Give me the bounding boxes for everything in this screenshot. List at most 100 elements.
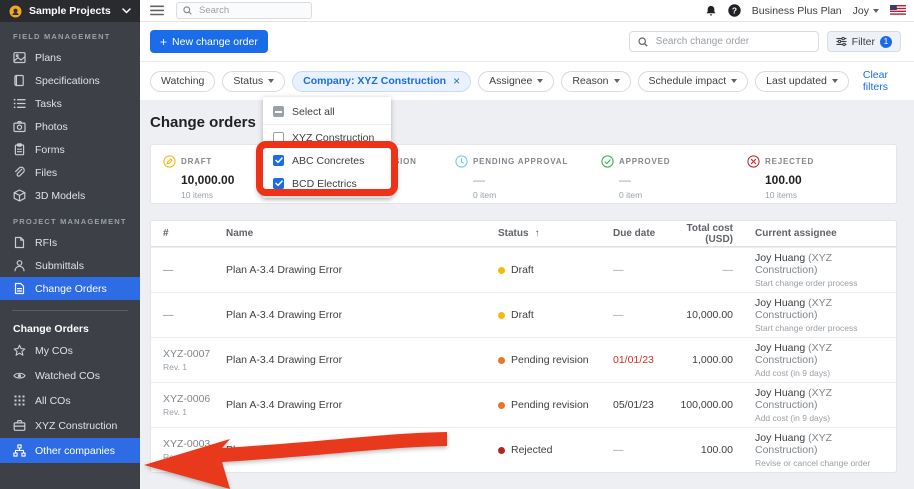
row-id-group: XYZ-0007 Rev. 1 [163,348,226,372]
sidebar-item-change-orders[interactable]: Change Orders [0,277,140,300]
chip-label: Reason [572,75,608,87]
status-label: Rejected [511,444,552,456]
row-assignee: Joy Huang (XYZ Construction) Revise or c… [755,432,896,468]
row-id: XYZ-0007 [163,348,226,360]
new-change-order-button[interactable]: + New change order [150,30,268,53]
table-row[interactable]: — Plan A-3.4 Drawing Error Draft — — Joy… [151,247,896,292]
filter-chip-schedule-impact[interactable]: Schedule impact [638,71,749,92]
column-header-status[interactable]: Status ↑ [498,228,613,239]
status-label: Draft [511,309,534,321]
sidebar-item-photos[interactable]: Photos [0,115,140,138]
language-flag-icon[interactable] [890,5,906,16]
row-id: XYZ-0006 [163,393,226,405]
dropdown-option-select-all[interactable]: Select all [263,100,391,123]
notifications-bell-icon[interactable] [705,5,717,17]
row-status: Pending revision [498,354,613,366]
plan-label: Business Plus Plan [752,5,842,17]
global-search[interactable] [176,2,312,19]
checkbox-indeterminate-icon[interactable] [273,106,284,117]
dropdown-option-label: Select all [292,106,335,118]
filter-chip-reason[interactable]: Reason [561,71,630,92]
column-header-assignee[interactable]: Current assignee [755,228,896,239]
assignee-action: Start change order process [755,323,896,333]
sidebar-item-tasks[interactable]: Tasks [0,92,140,115]
sidebar-item-label: Watched COs [35,370,100,382]
row-assignee: Joy Huang (XYZ Construction) Add cost (i… [755,387,896,423]
filter-chips-row: Watching Status Company: XYZ Constructio… [140,62,914,100]
row-due-date: — [613,309,665,321]
filter-chip-status[interactable]: Status [222,71,285,92]
close-icon[interactable]: × [453,75,460,87]
sidebar-item-forms[interactable]: Forms [0,138,140,161]
row-due-date: 05/01/23 [613,399,665,411]
section-title-project-management: PROJECT MANAGEMENT [13,217,140,226]
summary-card-rejected[interactable]: REJECTED 100.00 10 items [735,145,881,203]
change-order-search[interactable] [629,31,819,52]
sidebar-item-label: My COs [35,345,73,357]
global-search-input[interactable] [197,4,305,17]
help-icon[interactable]: ? [728,4,741,17]
row-total-cost: 100.00 [665,444,755,456]
card-value: — [619,173,735,187]
table-row[interactable]: — Plan A-3.4 Drawing Error Draft — 10,00… [151,292,896,337]
filter-chip-assignee[interactable]: Assignee [478,71,554,92]
column-header-name[interactable]: Name [226,228,498,239]
card-label: REJECTED [765,157,814,166]
status-dot-rejected [498,447,505,454]
sidebar-divider [12,310,128,311]
clear-filters-link[interactable]: Clear filters [863,69,914,93]
sidebar-item-specifications[interactable]: Specifications [0,69,140,92]
assignee-action: Add cost (in 9 days) [755,413,896,423]
project-switcher[interactable]: Sample Projects [0,0,140,22]
row-total-cost: 10,000.00 [665,309,755,321]
column-header-due-date[interactable]: Due date [613,228,665,239]
sidebar-item-rfis[interactable]: RFIs [0,231,140,254]
card-label: APPROVED [619,157,670,166]
row-total-cost: 100,000.00 [665,399,755,411]
summary-card-approved[interactable]: APPROVED — 0 item [589,145,735,203]
sidebar-item-3d-models[interactable]: 3D Models [0,184,140,207]
search-icon [638,37,648,47]
filter-chip-watching[interactable]: Watching [150,71,215,92]
status-dot-draft [498,267,505,274]
status-label: Draft [511,264,534,276]
rfi-document-icon [13,236,26,249]
briefcase-icon [13,419,26,432]
user-menu[interactable]: Joy [853,5,879,17]
chip-label: Schedule impact [649,75,727,87]
row-name: Plan A-3.4 Drawing Error [226,399,498,411]
summary-card-pending-approval[interactable]: PENDING APPROVAL — 0 item [443,145,589,203]
filter-chip-company[interactable]: Company: XYZ Construction × [292,71,471,92]
forms-icon [13,143,26,156]
x-circle-icon [747,155,760,168]
sidebar-item-label: Forms [35,144,65,156]
filter-chip-last-updated[interactable]: Last updated [755,71,849,92]
sidebar-item-submittals[interactable]: Submittals [0,254,140,277]
sidebar-item-watched-cos[interactable]: Watched COs [0,363,140,388]
assignee-name: Joy Huang [755,342,805,354]
table-row[interactable]: XYZ-0007 Rev. 1 Plan A-3.4 Drawing Error… [151,337,896,382]
row-total-cost: 1,000.00 [665,354,755,366]
column-header-total-cost[interactable]: Total cost (USD) [665,223,755,245]
row-total-cost: — [665,264,755,276]
sidebar-item-my-cos[interactable]: My COs [0,338,140,363]
sidebar-item-files[interactable]: Files [0,161,140,184]
sidebar-item-all-cos[interactable]: All COs [0,388,140,413]
row-status: Rejected [498,444,613,456]
hamburger-menu-icon[interactable] [150,5,164,16]
filter-button-label: Filter [852,36,875,48]
sidebar-item-plans[interactable]: Plans [0,46,140,69]
column-header-id[interactable]: # [163,228,226,239]
assignee-action: Start change order process [755,278,896,288]
row-name: Plan A-3.4 Drawing Error [226,309,498,321]
assignee-action: Add cost (in 9 days) [755,368,896,378]
change-order-search-input[interactable] [654,35,810,48]
card-items: 10 items [765,190,881,200]
card-value: 100.00 [765,173,881,187]
org-chart-icon [13,444,26,457]
plans-icon [13,51,26,64]
row-assignee: Joy Huang (XYZ Construction) Add cost (i… [755,342,896,378]
filter-button[interactable]: Filter 1 [827,31,901,52]
tool-group-title: Change Orders [13,323,140,335]
chip-label: Watching [161,75,204,87]
